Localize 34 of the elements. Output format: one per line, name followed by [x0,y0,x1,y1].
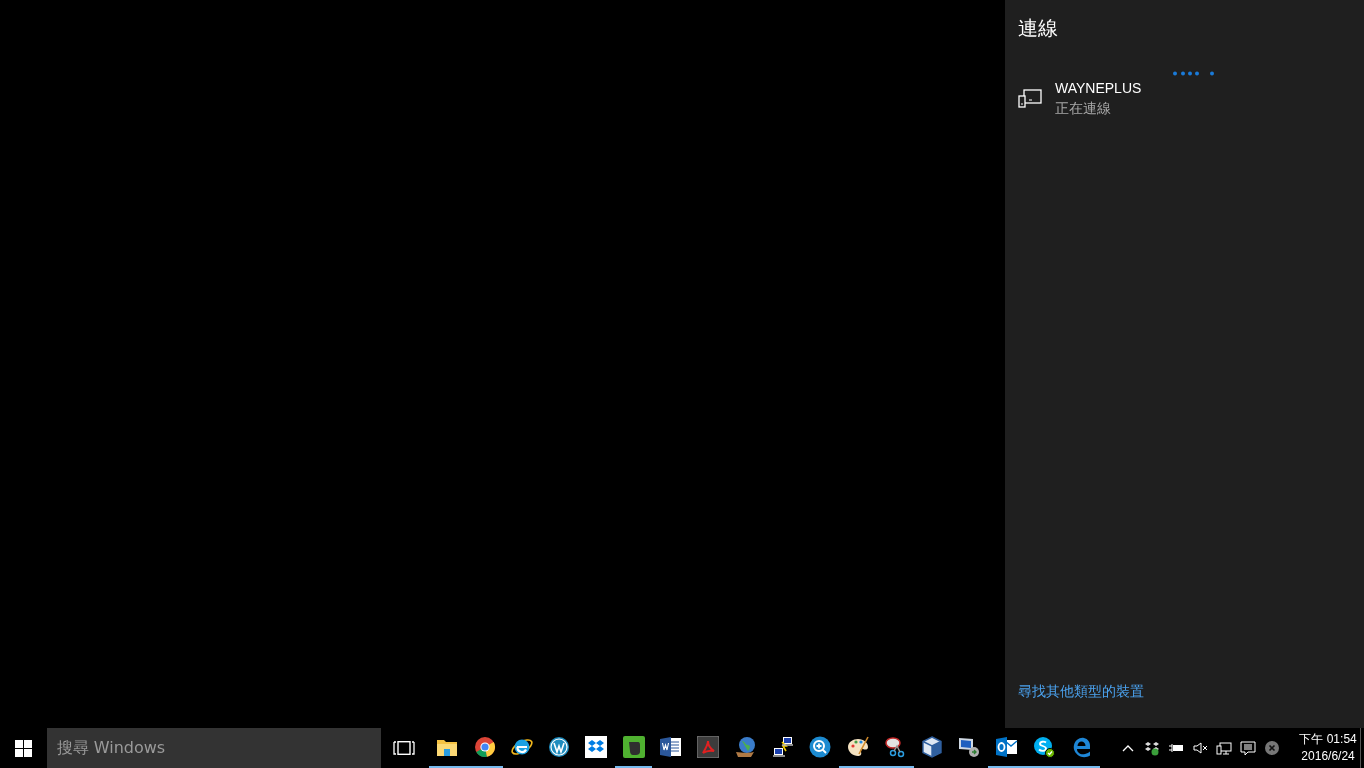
w-document-icon [660,736,683,758]
device-icon [1018,88,1042,108]
close-icon [1264,740,1280,756]
monitor-icon [958,736,981,758]
s-logo-icon [1033,736,1056,758]
clock[interactable]: 下午 01:54 2016/6/24 [1296,728,1361,768]
document-icon [697,736,720,758]
panel-title: 連線 [1018,15,1058,42]
clock-date: 2016/6/24 [1301,748,1355,765]
find-devices-link[interactable]: 尋找其他類型的裝置 [1018,681,1144,702]
search-field[interactable]: 搜尋 Windows [46,728,382,768]
device-item[interactable]: WAYNEPLUS 正在連線 [1018,74,1351,122]
task-view-icon [393,741,416,755]
mail-icon [995,736,1018,758]
windows-logo-icon [14,739,32,757]
computers-icon [771,736,794,758]
device-status: 正在連線 [1055,99,1112,118]
palette-icon [846,736,869,758]
scissors-icon [883,736,906,758]
cube-icon [921,736,944,758]
device-name: WAYNEPLUS [1055,79,1142,98]
show-desktop-button[interactable] [1360,728,1364,768]
magnifier-icon [809,736,832,758]
e-letter-icon [510,736,533,758]
network-icon [1216,740,1232,756]
chrome-icon [473,736,496,758]
mute-icon [1192,740,1208,756]
w-logo-icon [548,736,571,758]
box-icon [1144,740,1160,756]
clock-time: 下午 01:54 [1299,731,1357,748]
notification-icon [1240,740,1256,756]
box-icon [585,736,608,758]
progress-dots-icon [1173,71,1214,76]
globe-icon [734,736,757,758]
